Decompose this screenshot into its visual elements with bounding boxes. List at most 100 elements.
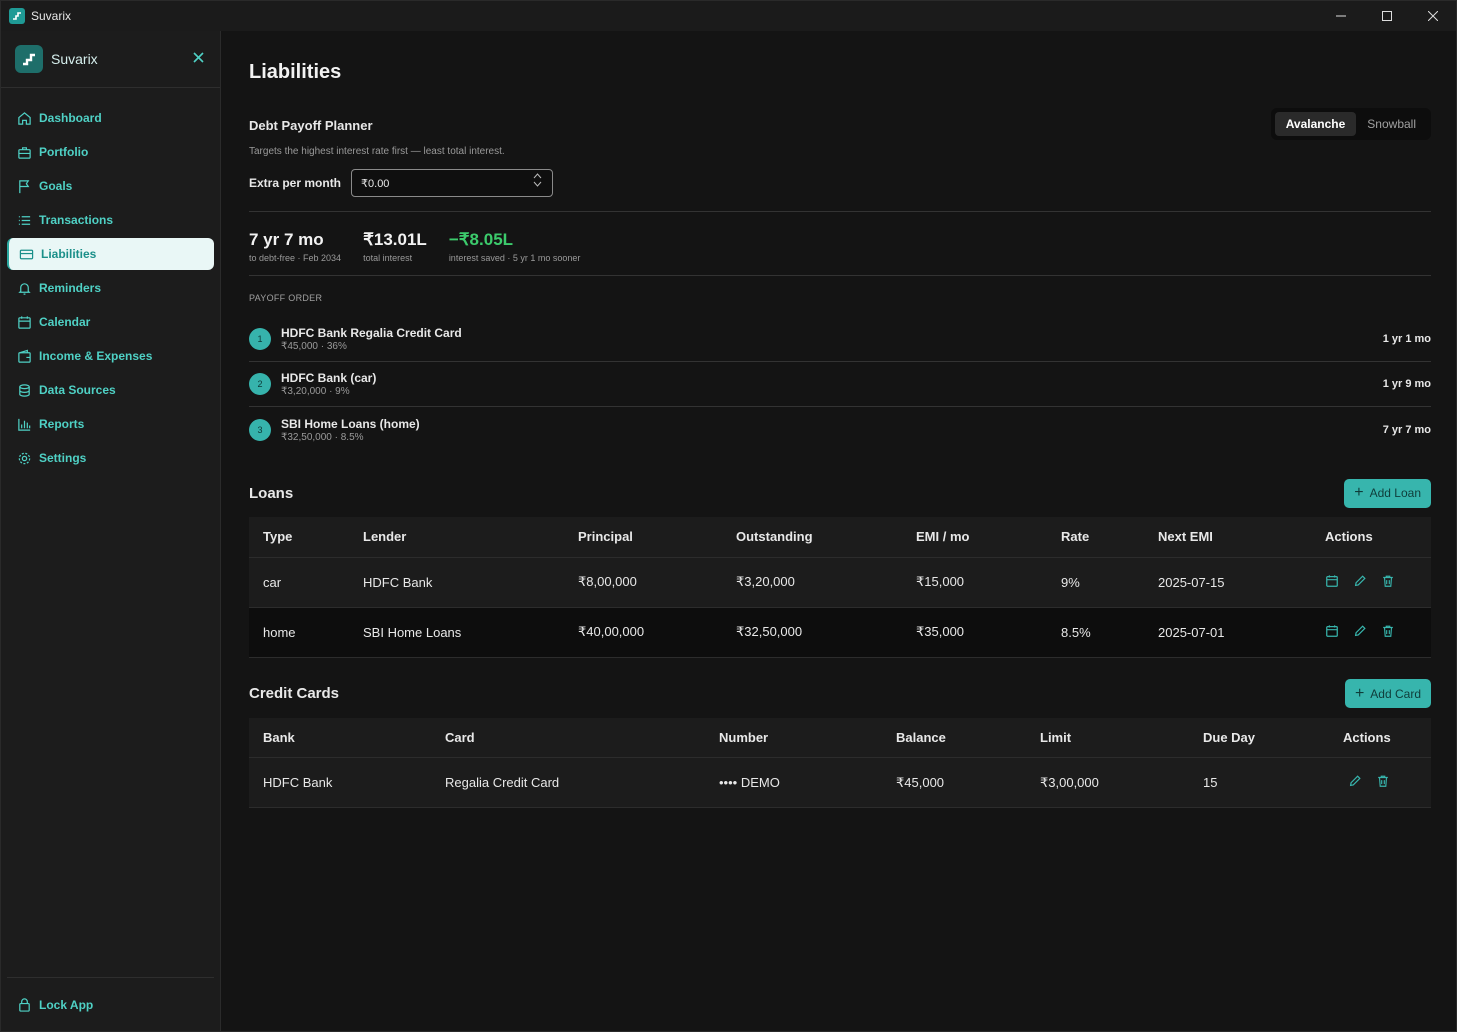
loans-title: Loans [249, 484, 294, 502]
window-controls [1318, 1, 1456, 31]
cell-number: •••• DEMO [705, 757, 882, 808]
sidebar-item-reports[interactable]: Reports [7, 408, 214, 440]
flag-icon [19, 179, 30, 193]
close-sidebar-icon[interactable] [193, 50, 204, 68]
strategy-toggle: Avalanche Snowball [1270, 108, 1431, 140]
order-item-details: ₹45,000 · 36% [281, 341, 347, 352]
sidebar-item-transactions[interactable]: Transactions [7, 204, 214, 236]
cards-title: Credit Cards [249, 685, 340, 702]
add-loan-button[interactable]: + Add Loan [1344, 478, 1431, 508]
title-bar: Suvarix [1, 1, 1456, 31]
sidebar-item-reminders[interactable]: Reminders [7, 272, 214, 304]
cell-actions [1311, 607, 1431, 658]
sidebar-item-label: Data Sources [39, 383, 116, 397]
sidebar-item-liabilities[interactable]: Liabilities [7, 238, 214, 270]
trash-icon[interactable] [1381, 574, 1395, 588]
order-item-details: ₹3,20,000 · 9% [281, 386, 350, 397]
column-header: Principal [564, 517, 722, 558]
order-item-details: ₹32,50,000 · 8.5% [281, 431, 364, 443]
cell-lender: HDFC Bank [349, 557, 564, 608]
payoff-order-item: 2 HDFC Bank (car) ₹3,20,000 · 9% 1 yr 9 … [249, 362, 1431, 407]
table-header-row: Bank Card Number Balance Limit Due Day A… [249, 717, 1431, 758]
sidebar-item-label: Reminders [39, 281, 102, 295]
number-stepper[interactable] [533, 173, 542, 187]
extra-per-month-value: ₹0.00 [361, 177, 390, 190]
brand-logo-icon [15, 45, 43, 73]
cell-principal: ₹8,00,000 [564, 557, 722, 608]
sidebar-item-settings[interactable]: Settings [7, 442, 214, 474]
sidebar-item-portfolio[interactable]: Portfolio [7, 136, 214, 168]
order-item-name: SBI Home Loans (home) [281, 416, 420, 431]
calendar-icon [18, 315, 31, 329]
stat-interest-saved: −₹8.05L interest saved · 5 yr 1 mo soone… [449, 230, 581, 263]
trash-icon[interactable] [1381, 624, 1395, 638]
strategy-snowball-button[interactable]: Snowball [1356, 112, 1427, 136]
sidebar-item-label: Goals [39, 179, 73, 193]
sidebar-item-calendar[interactable]: Calendar [7, 306, 214, 338]
order-number-badge: 3 [249, 418, 271, 441]
cell-due-day: 15 [1189, 757, 1329, 808]
cell-rate: 9% [1047, 557, 1144, 608]
cell-actions [1329, 757, 1431, 808]
home-icon [18, 111, 31, 125]
lock-app-button[interactable]: Lock App [7, 977, 214, 1031]
cell-outstanding: ₹3,20,000 [722, 557, 902, 608]
sidebar-brand: Suvarix [1, 31, 220, 88]
window-title: Suvarix [31, 9, 72, 23]
stat-caption: to debt-free · Feb 2034 [249, 253, 342, 263]
column-header: Balance [882, 717, 1026, 758]
close-window-icon[interactable] [1410, 1, 1456, 31]
loans-header: Loans + Add Loan [249, 478, 1431, 508]
credit-cards-table: Bank Card Number Balance Limit Due Day A… [249, 717, 1431, 808]
edit-icon[interactable] [1353, 574, 1367, 588]
sidebar-item-label: Income & Expenses [39, 349, 153, 363]
stat-value: 7 yr 7 mo [249, 230, 324, 249]
app-logo-icon [9, 8, 25, 24]
table-header-row: Type Lender Principal Outstanding EMI / … [249, 517, 1431, 558]
strategy-avalanche-button[interactable]: Avalanche [1274, 112, 1357, 136]
calendar-icon[interactable] [1325, 574, 1339, 588]
main-content: Liabilities Debt Payoff Planner Avalanch… [249, 31, 1431, 808]
cell-principal: ₹40,00,000 [564, 607, 722, 658]
add-card-label: Add Card [1370, 686, 1421, 701]
column-header: Type [249, 517, 349, 558]
column-header: Number [705, 717, 882, 758]
sidebar-item-dashboard[interactable]: Dashboard [7, 102, 214, 134]
calendar-icon[interactable] [1325, 624, 1339, 638]
column-header: Next EMI [1144, 517, 1311, 558]
payoff-order-list: 1 HDFC Bank Regalia Credit Card ₹45,000 … [249, 317, 1431, 452]
plus-icon: + [1354, 484, 1364, 501]
extra-per-month-label: Extra per month [249, 176, 342, 190]
extra-per-month-input[interactable]: ₹0.00 [351, 169, 554, 197]
cell-next-emi: 2025-07-01 [1144, 607, 1311, 658]
cell-outstanding: ₹32,50,000 [722, 607, 902, 658]
minimize-icon[interactable] [1318, 1, 1364, 31]
sidebar-item-data-sources[interactable]: Data Sources [7, 374, 214, 406]
table-row: home SBI Home Loans ₹40,00,000 ₹32,50,00… [249, 607, 1431, 658]
trash-icon[interactable] [1376, 774, 1390, 788]
maximize-icon[interactable] [1364, 1, 1410, 31]
sidebar-item-goals[interactable]: Goals [7, 170, 214, 202]
table-row: HDFC Bank Regalia Credit Card •••• DEMO … [249, 757, 1431, 808]
lock-app-label: Lock App [39, 997, 94, 1012]
stat-caption: total interest [363, 253, 413, 263]
order-item-time: 1 yr 1 mo [1382, 333, 1431, 345]
column-header: EMI / mo [902, 517, 1047, 558]
sidebar-item-label: Dashboard [39, 111, 102, 125]
planner-description: Targets the highest interest rate first … [249, 146, 505, 157]
page-title: Liabilities [249, 61, 342, 83]
app-window: Suvarix Suvarix Dashboard Portfolio Goal… [0, 0, 1457, 1032]
cell-balance: ₹45,000 [882, 757, 1026, 808]
chevron-up-icon[interactable] [533, 173, 542, 179]
sidebar-item-income-expenses[interactable]: Income & Expenses [7, 340, 214, 372]
database-icon [19, 383, 30, 397]
sidebar-item-label: Settings [39, 451, 87, 465]
column-header: Due Day [1189, 717, 1329, 758]
payoff-order-item: 1 HDFC Bank Regalia Credit Card ₹45,000 … [249, 317, 1431, 362]
add-card-button[interactable]: + Add Card [1344, 679, 1431, 708]
edit-icon[interactable] [1348, 774, 1362, 788]
chevron-down-icon[interactable] [533, 181, 542, 187]
add-loan-label: Add Loan [1369, 486, 1421, 500]
edit-icon[interactable] [1353, 624, 1367, 638]
lock-icon [19, 998, 30, 1012]
